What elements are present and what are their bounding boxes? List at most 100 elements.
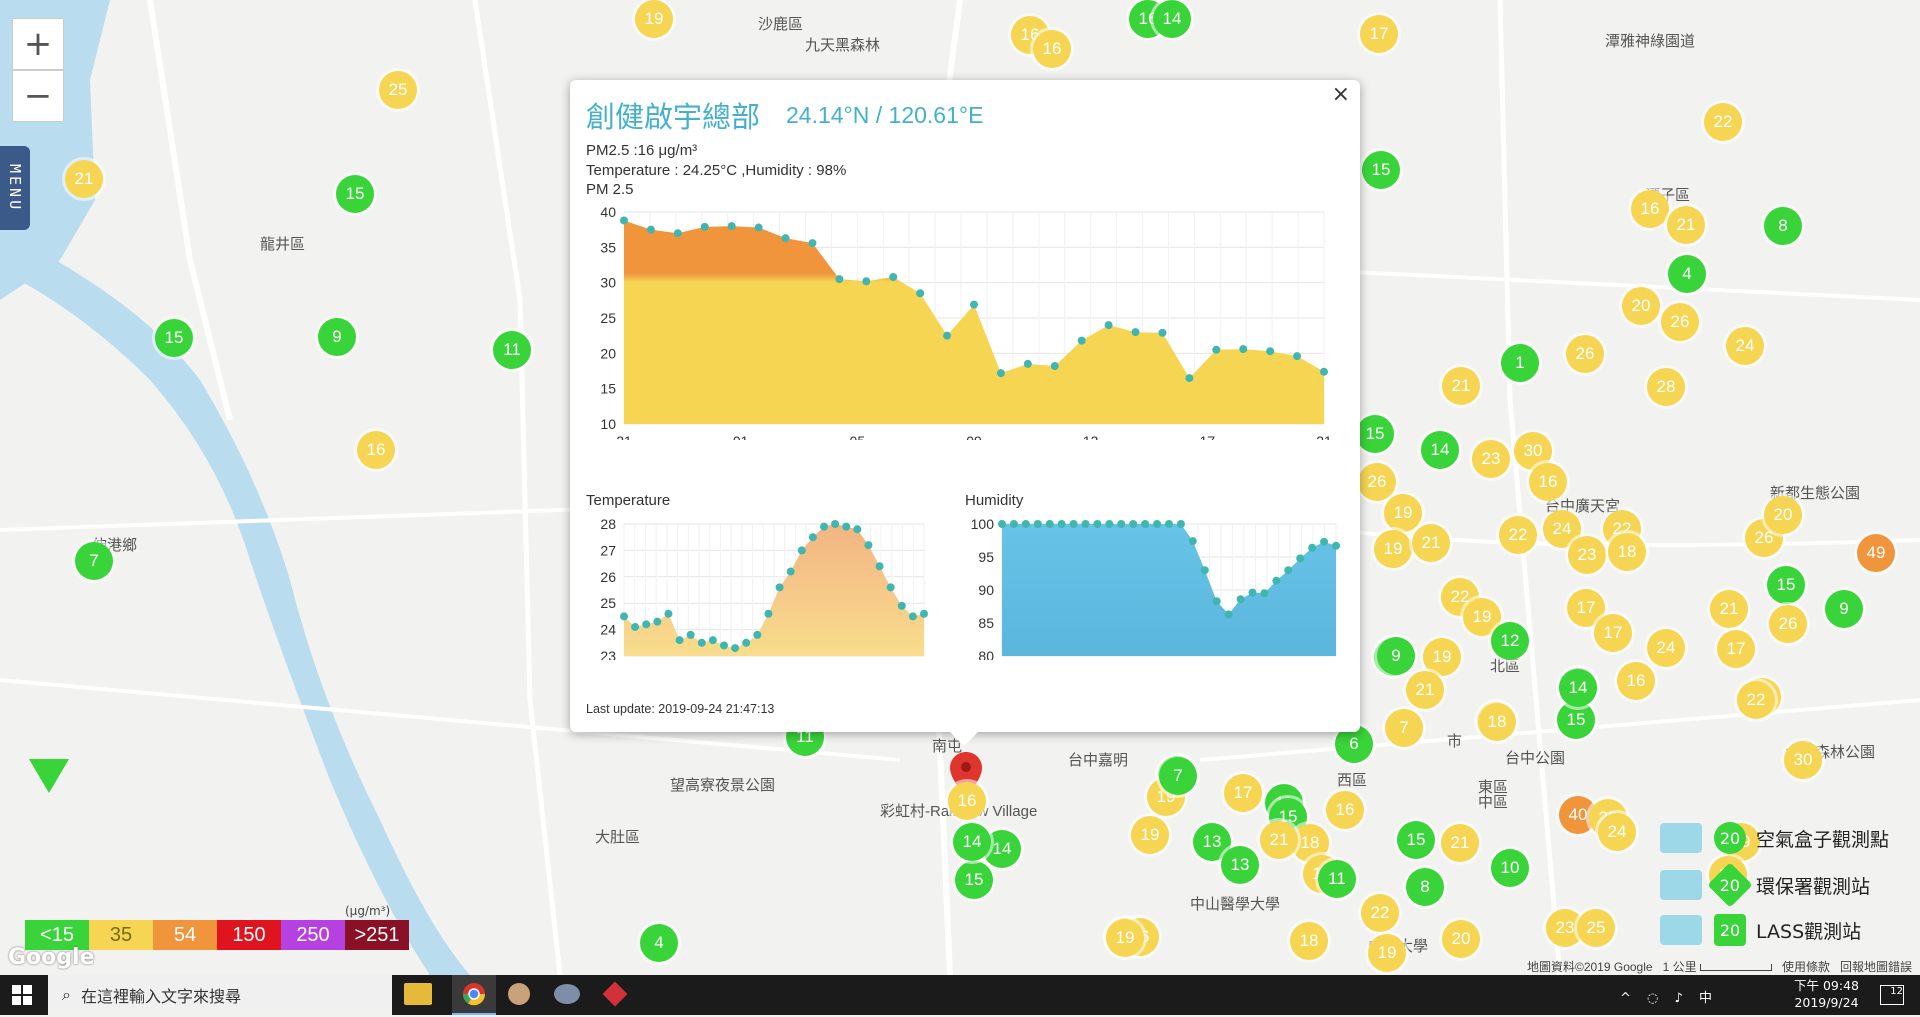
station-marker[interactable]: 26 bbox=[1769, 605, 1807, 643]
station-title: 創健啟宇總部 bbox=[586, 100, 761, 134]
station-marker[interactable]: 11 bbox=[493, 331, 531, 369]
station-marker[interactable]: 18 bbox=[1608, 533, 1646, 571]
app-icon-snail[interactable] bbox=[554, 984, 580, 1004]
station-marker[interactable]: 15 bbox=[155, 319, 193, 357]
report-link[interactable]: 回報地圖錯誤 bbox=[1840, 960, 1912, 974]
station-marker[interactable]: 16 bbox=[1617, 662, 1655, 700]
close-icon[interactable]: × bbox=[1332, 82, 1350, 107]
tray-icons[interactable]: ^ ◌ ♪ 中 bbox=[1620, 987, 1718, 1006]
station-marker[interactable]: 11 bbox=[1318, 860, 1356, 898]
station-marker[interactable]: 9 bbox=[1377, 637, 1415, 675]
station-marker[interactable]: 21 bbox=[1710, 590, 1748, 628]
station-marker[interactable]: 23 bbox=[1472, 440, 1510, 478]
app-icon-rabbit[interactable] bbox=[508, 983, 530, 1005]
station-marker[interactable]: 30 bbox=[1784, 741, 1822, 779]
station-marker[interactable]: 15 bbox=[1767, 566, 1805, 604]
station-marker[interactable]: 7 bbox=[1385, 709, 1423, 747]
station-marker[interactable]: 14 bbox=[1559, 669, 1597, 707]
station-marker[interactable]: 20 bbox=[1622, 287, 1660, 325]
station-marker[interactable]: 14 bbox=[1153, 0, 1191, 38]
station-marker[interactable]: 18 bbox=[1478, 703, 1516, 741]
app-icon-sketchup[interactable] bbox=[602, 981, 628, 1007]
lighthouse-icon bbox=[1660, 915, 1702, 945]
station-marker[interactable]: 19 bbox=[1106, 919, 1144, 957]
station-marker[interactable]: 13 bbox=[1221, 846, 1259, 884]
station-marker[interactable]: 25 bbox=[379, 71, 417, 109]
station-marker[interactable]: 17 bbox=[1717, 630, 1755, 668]
station-marker[interactable]: 22 bbox=[1361, 894, 1399, 932]
station-marker[interactable]: 21 bbox=[1412, 524, 1450, 562]
volume-icon[interactable]: ♪ bbox=[1675, 991, 1689, 1006]
station-marker[interactable]: 9 bbox=[1825, 590, 1863, 628]
station-marker[interactable]: 26 bbox=[1566, 335, 1604, 373]
station-marker[interactable]: 17 bbox=[1224, 774, 1262, 812]
station-marker[interactable]: 26 bbox=[1661, 303, 1699, 341]
chrome-icon[interactable] bbox=[452, 975, 496, 1015]
station-marker[interactable]: 22 bbox=[1737, 681, 1775, 719]
notification-icon[interactable]: 12 bbox=[1880, 985, 1904, 1005]
file-explorer-icon[interactable] bbox=[404, 983, 432, 1005]
ime-indicator[interactable]: 中 bbox=[1699, 991, 1718, 1006]
station-marker[interactable]: 18 bbox=[1290, 922, 1328, 960]
station-marker[interactable]: 19 bbox=[1374, 530, 1412, 568]
station-marker[interactable]: 24 bbox=[1598, 813, 1636, 851]
station-marker[interactable]: 28 bbox=[1647, 368, 1685, 406]
station-marker[interactable]: 49 bbox=[1857, 534, 1895, 572]
station-marker[interactable]: 23 bbox=[1568, 536, 1606, 574]
station-marker[interactable]: 17 bbox=[1594, 614, 1632, 652]
station-marker[interactable]: 20 bbox=[1764, 496, 1802, 534]
station-marker[interactable]: 17 bbox=[1360, 15, 1398, 53]
station-marker[interactable]: 19 bbox=[1368, 934, 1406, 972]
station-marker[interactable]: 4 bbox=[1668, 255, 1706, 293]
station-marker[interactable]: 21 bbox=[65, 160, 103, 198]
station-marker[interactable]: 19 bbox=[635, 0, 673, 38]
zoom-out-button[interactable]: − bbox=[12, 70, 64, 122]
station-marker[interactable]: 26 bbox=[1358, 463, 1396, 501]
station-marker[interactable]: 4 bbox=[640, 924, 678, 962]
station-marker[interactable]: 21 bbox=[1441, 824, 1479, 862]
station-marker[interactable]: 8 bbox=[1764, 207, 1802, 245]
station-marker[interactable]: 8 bbox=[1406, 868, 1444, 906]
station-marker[interactable]: 22 bbox=[1499, 516, 1537, 554]
station-marker[interactable]: 22 bbox=[1704, 103, 1742, 141]
clock[interactable]: 下午 09:48 2019/9/24 bbox=[1794, 977, 1859, 1011]
station-marker[interactable]: 24 bbox=[1726, 327, 1764, 365]
station-marker[interactable]: 21 bbox=[1260, 821, 1298, 859]
station-marker[interactable]: 15 bbox=[1362, 151, 1400, 189]
station-marker[interactable]: 21 bbox=[1406, 671, 1444, 709]
station-marker[interactable]: 19 bbox=[1131, 816, 1169, 854]
station-marker[interactable]: 15 bbox=[336, 175, 374, 213]
station-marker[interactable]: 16 bbox=[1631, 190, 1669, 228]
station-marker[interactable]: 19 bbox=[1384, 494, 1422, 532]
menu-button[interactable]: MENU bbox=[0, 146, 30, 230]
station-marker[interactable]: 25 bbox=[1577, 909, 1615, 947]
station-marker[interactable]: 15 bbox=[955, 861, 993, 899]
station-marker[interactable]: 7 bbox=[1159, 757, 1197, 795]
network-icon[interactable]: ◌ bbox=[1647, 991, 1664, 1006]
station-marker[interactable]: 16 bbox=[1033, 30, 1071, 68]
station-marker[interactable]: 15 bbox=[1397, 821, 1435, 859]
zoom-in-button[interactable]: + bbox=[12, 18, 64, 70]
station-marker[interactable]: 10 bbox=[1491, 849, 1529, 887]
station-marker[interactable]: 21 bbox=[1442, 367, 1480, 405]
station-marker[interactable]: 19 bbox=[1423, 638, 1461, 676]
taskbar-search[interactable]: ⌕ 在這裡輸入文字來搜尋 bbox=[48, 975, 392, 1015]
pin-station-marker[interactable]: 16 bbox=[948, 782, 986, 820]
station-marker[interactable]: 12 bbox=[1491, 622, 1529, 660]
station-marker[interactable]: 1 bbox=[1501, 344, 1539, 382]
station-marker[interactable]: 16 bbox=[357, 431, 395, 469]
station-marker[interactable]: 24 bbox=[1647, 629, 1685, 667]
station-marker[interactable]: 14 bbox=[953, 823, 991, 861]
station-marker[interactable]: 14 bbox=[1421, 431, 1459, 469]
station-marker[interactable]: 20 bbox=[1442, 920, 1480, 958]
station-marker[interactable]: 9 bbox=[318, 318, 356, 356]
terms-link[interactable]: 使用條款 bbox=[1782, 960, 1830, 974]
station-marker[interactable]: 21 bbox=[1667, 206, 1705, 244]
station-marker[interactable]: 15 bbox=[1356, 415, 1394, 453]
chevron-up-icon[interactable]: ^ bbox=[1620, 991, 1637, 1006]
station-marker[interactable]: 7 bbox=[75, 542, 113, 580]
lass-marker[interactable] bbox=[29, 759, 69, 793]
windows-start-icon[interactable] bbox=[12, 985, 32, 1005]
station-marker[interactable]: 16 bbox=[1326, 791, 1364, 829]
station-marker[interactable]: 16 bbox=[1529, 463, 1567, 501]
